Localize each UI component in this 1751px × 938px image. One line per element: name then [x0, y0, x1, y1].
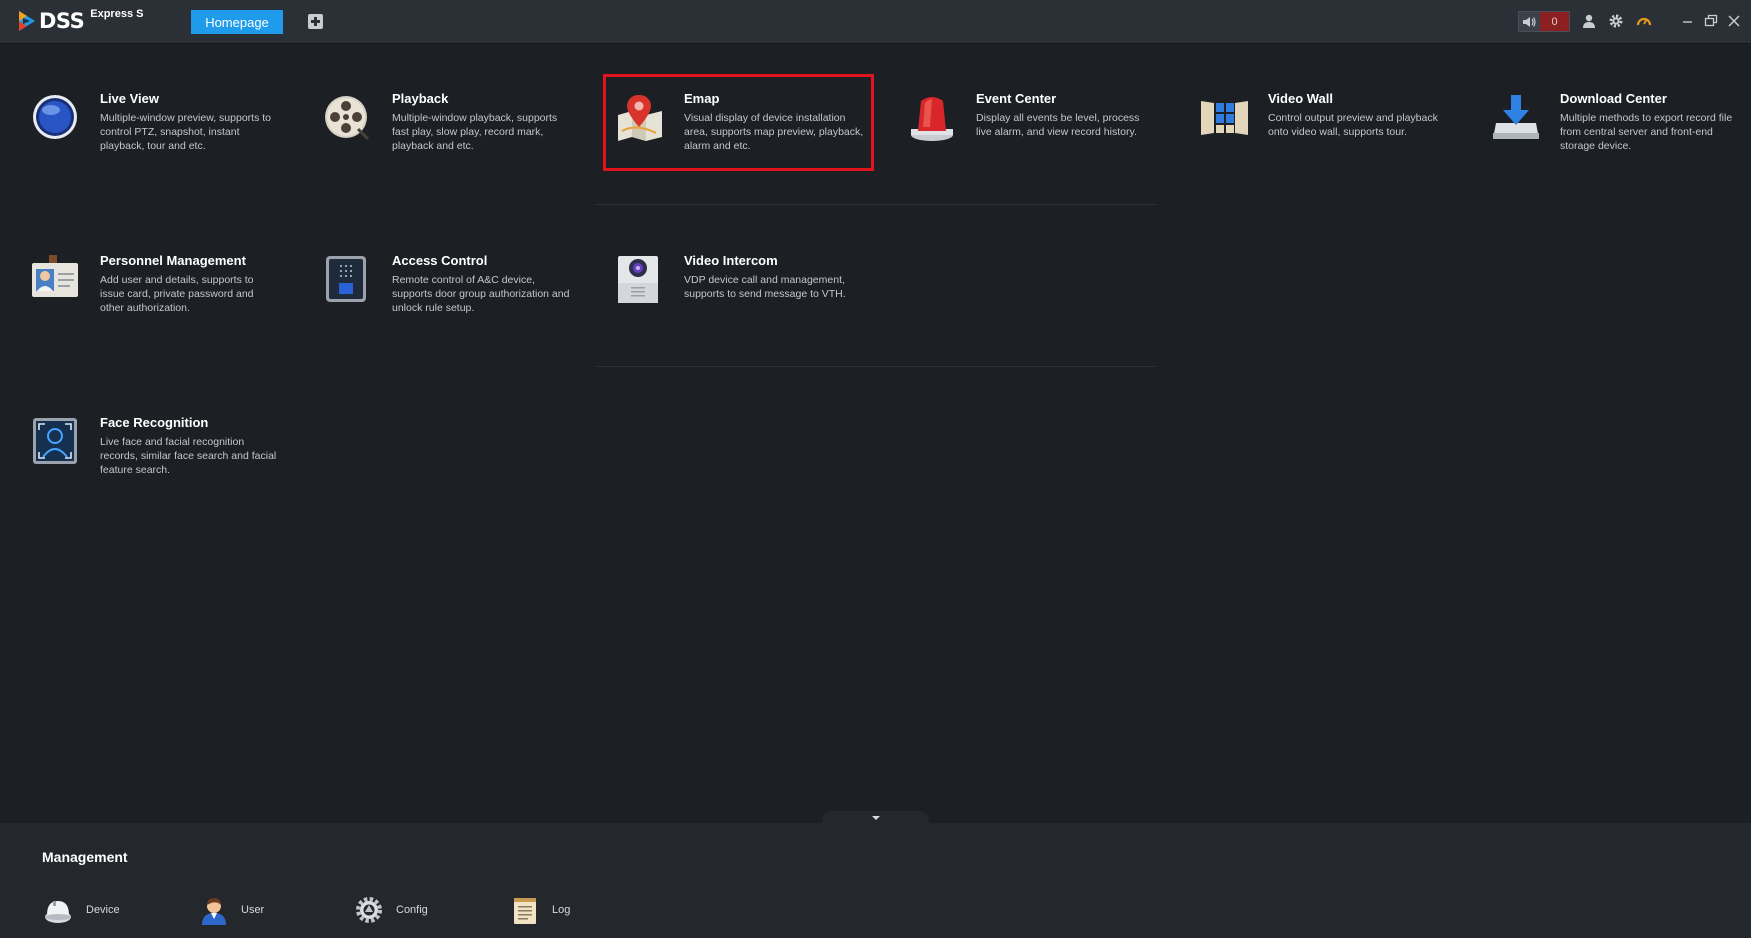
gear-icon[interactable]	[1608, 13, 1624, 29]
download-icon	[1493, 95, 1539, 139]
module-description: Live face and facial recognition records…	[100, 436, 277, 476]
module-live-view[interactable]: Live View Multiple-window preview, suppo…	[32, 91, 302, 181]
map-pin-icon	[618, 95, 662, 141]
module-download-center[interactable]: Download Center Multiple methods to expo…	[1492, 91, 1751, 181]
face-recognition-icon	[33, 418, 77, 464]
module-description: Visual display of device installation ar…	[684, 112, 864, 152]
module-title: Face Recognition	[100, 415, 209, 430]
alarm-indicator[interactable]: 0	[1518, 11, 1570, 32]
module-description: Remote control of A&C device, supports d…	[392, 274, 570, 314]
device-camera-icon	[45, 901, 71, 923]
intercom-icon	[618, 256, 658, 303]
management-item-label: Log	[552, 904, 571, 916]
app-edition: Express S	[90, 8, 144, 20]
minimize-icon[interactable]	[1680, 13, 1696, 29]
module-title: Event Center	[976, 91, 1057, 106]
row-divider	[596, 204, 1156, 205]
module-description: Add user and details, supports to issue …	[100, 274, 254, 314]
management-item-device[interactable]: Device	[44, 893, 120, 927]
log-notepad-icon	[514, 898, 536, 924]
module-description: Display all events be level, process liv…	[976, 112, 1140, 138]
speaker-icon	[1519, 12, 1540, 31]
module-title: Live View	[100, 91, 160, 106]
module-description: Control output preview and playback onto…	[1268, 112, 1438, 138]
module-description: Multiple methods to export record file f…	[1560, 112, 1733, 152]
management-item-log[interactable]: Log	[510, 893, 570, 927]
module-event-center[interactable]: Event Center Display all events be level…	[908, 91, 1178, 181]
dss-logo-icon	[19, 11, 35, 31]
module-video-intercom[interactable]: Video Intercom VDP device call and manag…	[616, 253, 886, 343]
module-title: Emap	[684, 91, 720, 106]
module-description: VDP device call and management, supports…	[684, 274, 846, 300]
module-face-recognition[interactable]: Face Recognition Live face and facial re…	[32, 415, 302, 505]
management-item-label: Config	[396, 904, 428, 916]
id-badge-icon	[32, 255, 78, 297]
close-icon[interactable]	[1726, 13, 1742, 29]
module-title: Video Intercom	[684, 253, 778, 268]
alarm-count: 0	[1540, 12, 1569, 31]
module-title: Access Control	[392, 253, 488, 268]
management-item-user[interactable]: User	[199, 893, 264, 927]
module-video-wall[interactable]: Video Wall Control output preview and pl…	[1200, 91, 1470, 181]
module-description: Multiple-window preview, supports to con…	[100, 112, 271, 152]
management-panel: Management Device User Config Log	[0, 823, 1751, 938]
module-access-control[interactable]: Access Control Remote control of A&C dev…	[324, 253, 594, 343]
video-wall-icon	[1201, 101, 1248, 135]
module-title: Personnel Management	[100, 253, 246, 268]
module-emap[interactable]: Emap Visual display of device installati…	[616, 91, 886, 181]
management-item-label: Device	[86, 904, 120, 916]
management-title: Management	[42, 849, 128, 865]
restore-icon[interactable]	[1703, 13, 1719, 29]
add-tab-icon[interactable]	[308, 14, 323, 29]
module-title: Video Wall	[1268, 91, 1334, 106]
module-title: Download Center	[1560, 91, 1667, 106]
app-logo-text: DSS	[39, 9, 85, 33]
alarm-siren-icon	[911, 97, 953, 141]
management-item-config[interactable]: Config	[354, 893, 428, 927]
management-item-label: User	[241, 904, 265, 916]
performance-gauge-icon[interactable]	[1636, 13, 1652, 29]
app-logo: DSS Express S	[18, 8, 143, 34]
module-description: Multiple-window playback, supports fast …	[392, 112, 558, 152]
module-personnel-management[interactable]: Personnel Management Add user and detail…	[32, 253, 302, 343]
film-reel-icon	[325, 96, 370, 141]
title-bar: DSS Express S Homepage 0	[0, 0, 1751, 44]
tab-homepage[interactable]: Homepage	[191, 10, 283, 34]
module-title: Playback	[392, 91, 449, 106]
module-playback[interactable]: Playback Multiple-window playback, suppo…	[324, 91, 594, 181]
user-avatar-icon	[202, 898, 226, 925]
config-gear-icon	[356, 897, 382, 923]
access-terminal-icon	[326, 256, 366, 302]
user-icon[interactable]	[1581, 13, 1597, 29]
row-divider	[596, 366, 1156, 367]
live-view-icon	[33, 95, 77, 139]
